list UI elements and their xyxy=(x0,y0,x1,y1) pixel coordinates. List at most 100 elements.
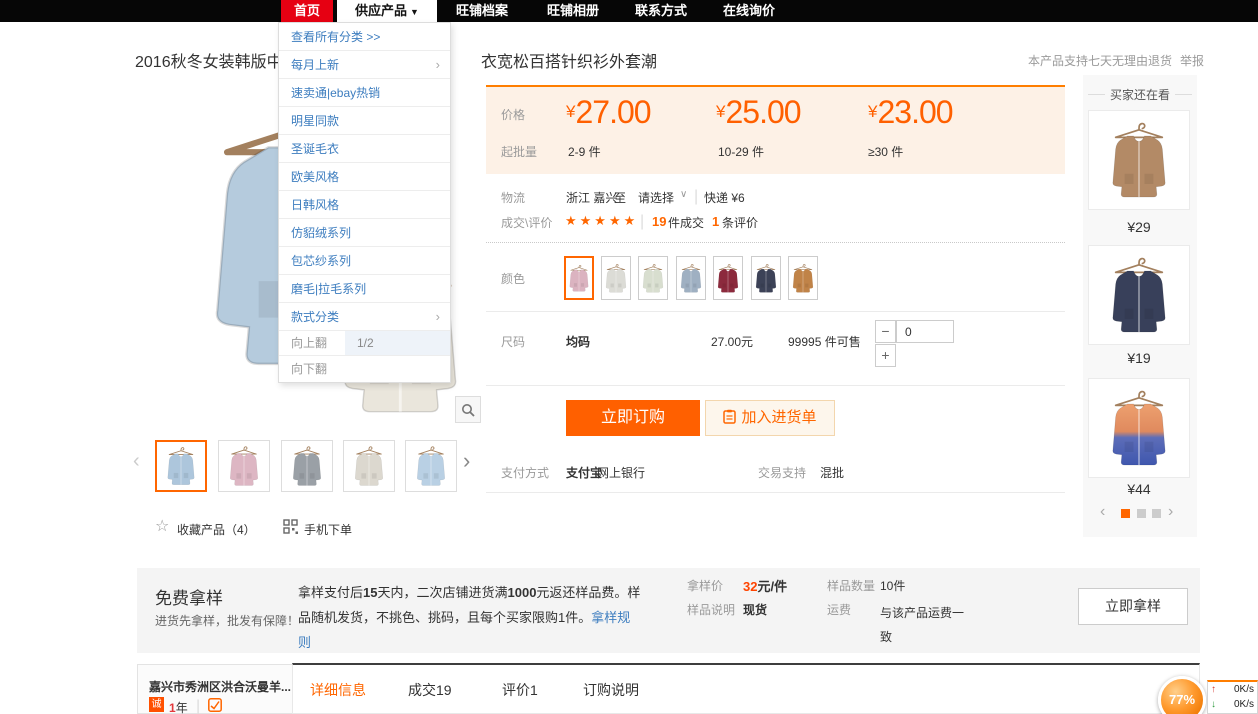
deals-count[interactable]: 19 xyxy=(652,214,666,229)
magnifier-icon xyxy=(461,403,475,417)
image-zoom-button[interactable] xyxy=(455,396,481,423)
also-viewed-product[interactable] xyxy=(1088,110,1190,210)
nav-item-home[interactable]: 首页 xyxy=(281,0,333,22)
dropdown-item[interactable]: 圣诞毛衣 xyxy=(279,135,450,163)
color-swatch[interactable] xyxy=(713,256,743,300)
quantity-input[interactable] xyxy=(896,320,954,343)
dropdown-page-down[interactable]: 向下翻 xyxy=(279,356,450,382)
nav-item-shop-profile[interactable]: 旺铺档案 xyxy=(450,0,514,22)
divider xyxy=(486,385,1065,386)
seller-name[interactable]: 嘉兴市秀洲区洪合沃曼羊... xyxy=(149,678,291,695)
gallery-thumb[interactable] xyxy=(155,440,207,492)
favorite-star-icon: ☆ xyxy=(155,516,169,536)
tab-detail-info[interactable]: 详细信息 xyxy=(310,680,366,700)
favorite-product-button[interactable]: 收藏产品（4） xyxy=(177,521,256,538)
also-viewed-price: ¥19 xyxy=(1088,350,1190,366)
sample-shipping-label: 运费 xyxy=(827,601,851,618)
color-swatch[interactable] xyxy=(564,256,594,300)
sample-shipping-value: 与该产品运费一致 xyxy=(880,601,968,649)
gallery-thumb[interactable] xyxy=(281,440,333,492)
tier-price: ¥25.00 xyxy=(716,94,801,131)
download-arrow-icon: ↓ xyxy=(1211,698,1216,712)
seller-years: 1年 xyxy=(169,699,188,714)
gallery-thumb[interactable] xyxy=(405,440,457,492)
deals-rating-label: 成交\评价 xyxy=(501,214,552,231)
destination-select[interactable]: 请选择 xyxy=(638,189,674,206)
nav-item-shop-album[interactable]: 旺铺相册 xyxy=(542,0,604,22)
nav-item-contact[interactable]: 联系方式 xyxy=(633,0,689,22)
trade-support-label: 交易支持 xyxy=(758,464,806,481)
divider xyxy=(1088,94,1105,95)
add-to-cart-button[interactable]: 加入进货单 xyxy=(705,400,835,436)
color-swatch[interactable] xyxy=(676,256,706,300)
product-title-right: 衣宽松百搭针织衫外套潮 xyxy=(481,48,657,72)
tier-price: ¥23.00 xyxy=(868,94,953,131)
dropdown-view-all[interactable]: 查看所有分类 >> xyxy=(279,23,450,51)
top-nav: 首页 供应产品▼ 旺铺档案 旺铺相册 联系方式 在线询价 xyxy=(0,0,1258,22)
tier-qty: ≥30 件 xyxy=(868,143,903,160)
color-swatch[interactable] xyxy=(788,256,818,300)
gallery-thumb[interactable] xyxy=(218,440,270,492)
tab-deals[interactable]: 成交19 xyxy=(408,680,452,700)
nav-item-inquiry[interactable]: 在线询价 xyxy=(720,0,778,22)
color-swatch[interactable] xyxy=(751,256,781,300)
sidebar-prev-arrow[interactable]: ‹ xyxy=(1100,503,1105,521)
tab-reviews[interactable]: 评价1 xyxy=(502,680,538,700)
dropdown-item[interactable]: 包芯纱系列 xyxy=(279,247,450,275)
dropdown-item[interactable]: 日韩风格 xyxy=(279,191,450,219)
dropdown-item[interactable]: 款式分类› xyxy=(279,303,450,331)
dropdown-item[interactable]: 仿貂绒系列 xyxy=(279,219,450,247)
sample-price-label: 拿样价 xyxy=(687,577,723,594)
gallery-thumb[interactable] xyxy=(343,440,395,492)
size-value: 均码 xyxy=(566,333,590,350)
dropdown-item[interactable]: 每月上新› xyxy=(279,51,450,79)
divider xyxy=(486,492,1065,493)
dropdown-item[interactable]: 速卖通|ebay热销 xyxy=(279,79,450,107)
dropdown-page-indicator: 1/2 xyxy=(345,331,450,355)
also-viewed-product[interactable] xyxy=(1088,245,1190,345)
also-viewed-header: 买家还在看 xyxy=(1088,86,1192,103)
also-viewed-price: ¥29 xyxy=(1088,219,1190,235)
tier-qty: 10-29 件 xyxy=(718,143,764,160)
product-title-left: 2016秋冬女装韩版中 xyxy=(135,48,283,72)
quantity-increase-button[interactable]: + xyxy=(875,344,896,367)
dropdown-page-up[interactable]: 向上翻 xyxy=(279,331,345,355)
size-label: 尺码 xyxy=(501,333,525,350)
return-policy-text: 本产品支持七天无理由退货 xyxy=(1028,52,1172,69)
sidebar-next-arrow[interactable]: › xyxy=(1168,503,1173,521)
gallery-next-arrow[interactable]: › xyxy=(463,448,470,474)
sidebar-page-dot[interactable] xyxy=(1152,509,1161,518)
select-caret-icon[interactable]: ∨ xyxy=(680,189,687,200)
express-fee: 快递 ¥6 xyxy=(704,189,745,206)
payment-label: 支付方式 xyxy=(501,464,549,481)
sidebar-page-dot[interactable] xyxy=(1121,509,1130,518)
also-viewed-product[interactable] xyxy=(1088,378,1190,478)
chevron-right-icon: › xyxy=(436,51,440,79)
tab-order-notes[interactable]: 订购说明 xyxy=(583,680,639,700)
gallery-prev-arrow[interactable]: ‹ xyxy=(133,450,140,473)
sample-price-value: 32元/件 xyxy=(743,576,787,595)
get-sample-button[interactable]: 立即拿样 xyxy=(1078,588,1188,625)
sidebar-page-dot[interactable] xyxy=(1137,509,1146,518)
divider xyxy=(1175,94,1192,95)
color-swatch[interactable] xyxy=(601,256,631,300)
mobile-order-button[interactable]: 手机下单 xyxy=(304,521,352,538)
reviews-count-text[interactable]: 条评价 xyxy=(722,214,758,231)
report-link[interactable]: 举报 xyxy=(1180,52,1204,69)
quantity-decrease-button[interactable]: − xyxy=(875,320,896,343)
also-viewed-title: 买家还在看 xyxy=(1110,86,1170,103)
certificate-icon xyxy=(208,698,222,712)
nav-item-products[interactable]: 供应产品▼ xyxy=(337,0,437,22)
dropdown-item[interactable]: 欧美风格 xyxy=(279,163,450,191)
sample-desc-value: 现货 xyxy=(743,601,767,618)
dropdown-item[interactable]: 磨毛|拉毛系列 xyxy=(279,275,450,303)
page: 首页 供应产品▼ 旺铺档案 旺铺相册 联系方式 在线询价 2016秋冬女装韩版中… xyxy=(0,0,1258,714)
dropdown-item[interactable]: 明星同款 xyxy=(279,107,450,135)
tier-price: ¥27.00 xyxy=(566,94,651,131)
deals-count-text[interactable]: 件成交 xyxy=(668,214,704,231)
color-swatch[interactable] xyxy=(638,256,668,300)
star-rating: ★★★★★ xyxy=(565,213,638,229)
reviews-count[interactable]: 1 xyxy=(712,214,719,229)
trade-support-value: 混批 xyxy=(820,464,844,481)
order-now-button[interactable]: 立即订购 xyxy=(566,400,700,436)
